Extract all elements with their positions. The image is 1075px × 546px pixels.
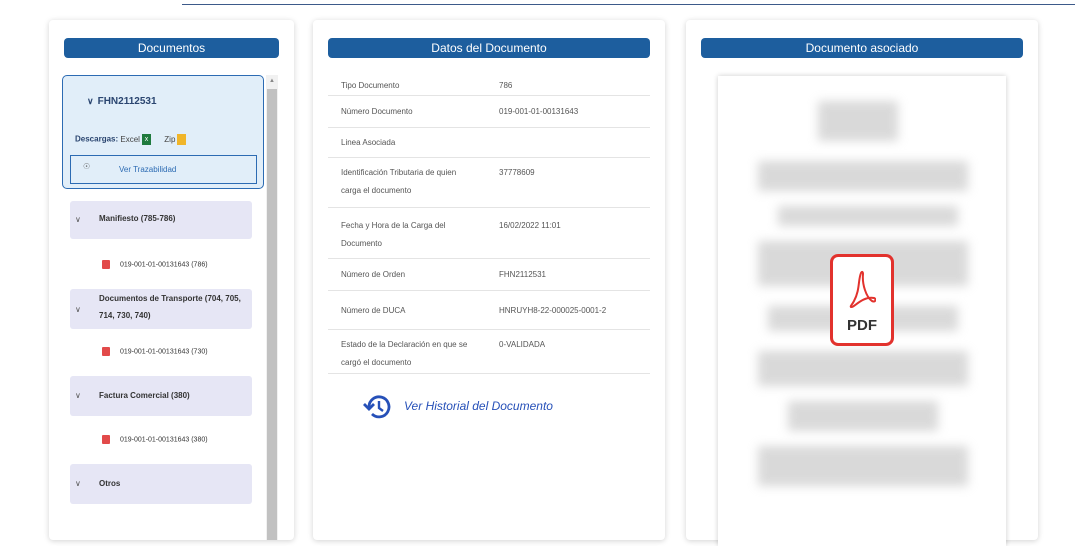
excel-icon[interactable]: x xyxy=(141,134,151,145)
data-row: Linea Asociada xyxy=(328,128,650,158)
row-value: FHN2112531 xyxy=(499,270,546,279)
group-label[interactable]: Manifiesto (785-786) xyxy=(99,211,175,227)
data-row: Fecha y Hora de la Carga del Documento 1… xyxy=(328,208,650,259)
data-row: Tipo Documento 786 xyxy=(328,76,650,96)
traceability-label[interactable]: Ver Trazabilidad xyxy=(119,165,176,174)
row-key: Linea Asociada xyxy=(341,138,396,147)
group-label[interactable]: Otros xyxy=(99,476,120,492)
chevron-down-icon[interactable]: ∨ xyxy=(75,479,81,488)
pdf-preview[interactable]: PDF xyxy=(718,76,1006,546)
row-key: Número de DUCA xyxy=(341,306,406,315)
data-row: Identificación Tributaria de quien carga… xyxy=(328,158,650,208)
chevron-down-icon[interactable]: ∨ xyxy=(75,215,81,224)
row-key: Tipo Documento xyxy=(341,81,400,90)
document-tree[interactable]: ∨ FHN2112531 Descargas: Excel x Zip ☉ Ver … xyxy=(62,75,278,540)
pdf-icon xyxy=(102,260,110,269)
zip-link[interactable]: Zip xyxy=(164,134,187,145)
data-row: Estado de la Declaración en que se cargó… xyxy=(328,330,650,374)
row-value: 0-VALIDADA xyxy=(499,340,546,349)
top-divider xyxy=(182,4,1075,5)
fingerprint-icon: ☉ xyxy=(83,162,91,171)
tree-group-transporte[interactable]: ∨ Documentos de Transporte (704, 705, 71… xyxy=(70,289,252,329)
zip-label[interactable]: Zip xyxy=(164,135,175,144)
data-row: Número de DUCA HNRUYH8-22-000025-0001-2 xyxy=(328,291,650,330)
downloads-row: Descargas: Excel x Zip xyxy=(75,134,187,145)
associated-document-panel: Documento asociado PDF xyxy=(686,20,1038,546)
excel-link[interactable]: Excel x xyxy=(120,134,151,145)
data-row: Número de Orden FHN2112531 xyxy=(328,259,650,291)
row-key-cont: carga el documento xyxy=(341,186,412,195)
tree-item-label[interactable]: 019-001-01-00131643 (730) xyxy=(120,348,208,355)
documents-header: Documentos xyxy=(64,38,279,58)
tree-item[interactable]: 019-001-01-00131643 (380) xyxy=(102,435,208,444)
group-label[interactable]: Documentos de Transporte (704, 705, xyxy=(99,291,241,307)
tree-scrollbar[interactable]: ▲ xyxy=(266,75,278,540)
row-value: 019-001-01-00131643 xyxy=(499,107,579,116)
scrollbar-thumb[interactable] xyxy=(267,89,277,540)
row-key: Fecha y Hora de la Carga del xyxy=(341,221,446,230)
history-icon[interactable] xyxy=(361,392,393,422)
tree-group-otros[interactable]: ∨ Otros xyxy=(70,464,252,504)
data-row: Número Documento 019-001-01-00131643 xyxy=(328,96,650,128)
pdf-icon xyxy=(102,347,110,356)
zip-icon[interactable] xyxy=(177,134,187,145)
row-key: Estado de la Declaración en que se xyxy=(341,340,468,349)
tree-group-manifiesto[interactable]: ∨ Manifiesto (785-786) xyxy=(70,201,252,239)
acrobat-icon xyxy=(849,270,876,308)
document-number: FHN2112531 xyxy=(97,96,157,107)
group-label[interactable]: Factura Comercial (380) xyxy=(99,388,190,404)
document-data-header: Datos del Documento xyxy=(328,38,650,58)
pdf-icon: PDF xyxy=(830,254,894,346)
row-key-cont: cargó el documento xyxy=(341,358,412,367)
pdf-label: PDF xyxy=(847,317,877,334)
row-key: Número Documento xyxy=(341,107,413,116)
document-data-panel: Datos del Documento Tipo Documento 786 N… xyxy=(313,20,665,540)
row-value: 786 xyxy=(499,81,513,90)
tree-item[interactable]: 019-001-01-00131643 (786) xyxy=(102,260,208,269)
chevron-down-icon[interactable]: ∨ xyxy=(75,305,81,314)
tree-item-label[interactable]: 019-001-01-00131643 (380) xyxy=(120,436,208,443)
row-value: 16/02/2022 11:01 xyxy=(499,221,561,230)
row-key: Número de Orden xyxy=(341,270,406,279)
group-label-cont[interactable]: 714, 730, 740) xyxy=(99,308,151,324)
traceability-button[interactable]: ☉ Ver Trazabilidad xyxy=(70,155,257,184)
chevron-down-icon[interactable]: ∨ xyxy=(87,96,94,106)
history-label[interactable]: Ver Historial del Documento xyxy=(404,399,553,413)
row-key: Identificación Tributaria de quien xyxy=(341,168,457,177)
document-card[interactable]: ∨ FHN2112531 Descargas: Excel x Zip ☉ Ver … xyxy=(62,75,264,189)
downloads-label: Descargas: xyxy=(75,134,119,144)
document-title[interactable]: ∨ FHN2112531 xyxy=(87,96,157,107)
row-key-cont: Documento xyxy=(341,239,382,248)
documents-panel: Documentos ∨ FHN2112531 Descargas: Excel x… xyxy=(49,20,294,540)
tree-group-factura[interactable]: ∨ Factura Comercial (380) xyxy=(70,376,252,416)
associated-document-header: Documento asociado xyxy=(701,38,1023,58)
row-value: HNRUYH8-22-000025-0001-2 xyxy=(499,306,607,315)
tree-item[interactable]: 019-001-01-00131643 (730) xyxy=(102,347,208,356)
excel-label[interactable]: Excel xyxy=(120,135,140,144)
tree-item-label[interactable]: 019-001-01-00131643 (786) xyxy=(120,261,208,268)
scroll-up-icon[interactable]: ▲ xyxy=(269,78,275,84)
chevron-down-icon[interactable]: ∨ xyxy=(75,391,81,400)
row-value: 37778609 xyxy=(499,168,535,177)
pdf-icon xyxy=(102,435,110,444)
